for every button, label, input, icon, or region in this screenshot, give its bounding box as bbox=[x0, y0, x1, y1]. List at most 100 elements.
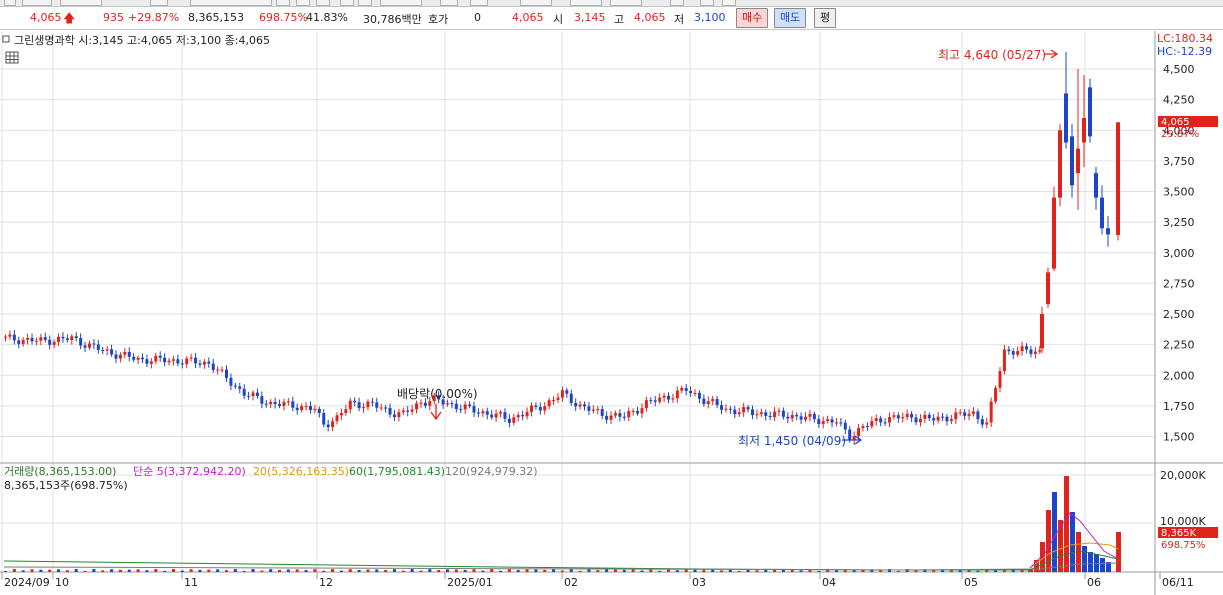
toolbar-button[interactable] bbox=[722, 0, 736, 6]
candle-body bbox=[985, 422, 989, 425]
volume-bar bbox=[543, 569, 547, 572]
candle-body bbox=[923, 414, 927, 419]
candle-body bbox=[335, 415, 339, 422]
stock-chart[interactable]: 4,5004,2504,0003,7503,5003,2503,0002,750… bbox=[0, 31, 1223, 595]
toolbar-button[interactable] bbox=[670, 0, 684, 6]
toolbar-button[interactable] bbox=[340, 0, 354, 6]
average-button[interactable]: 평 bbox=[814, 8, 837, 28]
candle-body bbox=[609, 415, 613, 420]
date-label: 05 bbox=[964, 576, 978, 589]
candle-body bbox=[812, 413, 816, 420]
toolbar-button[interactable] bbox=[190, 0, 272, 6]
quote-bar: 4,065 🡅 935 +29.87% 8,365,153 698.75% 41… bbox=[0, 7, 1223, 30]
candle-body bbox=[737, 412, 741, 415]
price-tick-label: 3,000 bbox=[1163, 247, 1195, 260]
volume-bar bbox=[720, 570, 724, 572]
candle-body bbox=[132, 356, 136, 360]
candle-body bbox=[733, 409, 737, 415]
toolbar-button[interactable] bbox=[316, 0, 330, 6]
candle-body bbox=[777, 410, 781, 412]
toolbar-button[interactable] bbox=[4, 0, 16, 6]
candle-body bbox=[914, 417, 918, 423]
price-tick-label: 4,250 bbox=[1163, 94, 1195, 107]
toolbar-button[interactable] bbox=[276, 0, 290, 6]
candle-body bbox=[689, 390, 693, 394]
buy-button[interactable]: 매수 bbox=[736, 8, 769, 28]
candle-body bbox=[65, 338, 69, 340]
candle-body bbox=[304, 405, 308, 407]
candle-body bbox=[313, 408, 317, 410]
candle-body bbox=[101, 349, 105, 351]
candle-body bbox=[220, 369, 224, 371]
toolbar-button[interactable] bbox=[470, 0, 488, 6]
toolbar-button[interactable] bbox=[700, 0, 714, 6]
candle-body bbox=[883, 422, 887, 424]
toolbar-button[interactable] bbox=[60, 0, 102, 6]
table-icon[interactable] bbox=[5, 51, 19, 64]
candle-body bbox=[79, 338, 83, 346]
candle-body bbox=[994, 387, 998, 402]
candle-body bbox=[476, 412, 480, 414]
volume-bar bbox=[216, 569, 220, 572]
candle-body bbox=[185, 358, 189, 365]
toolbar-button[interactable] bbox=[520, 0, 552, 6]
volume-ratio: 698.75% bbox=[259, 11, 308, 24]
toolbar-button[interactable] bbox=[22, 0, 52, 6]
toolbar-button[interactable] bbox=[358, 0, 372, 6]
candle-body bbox=[1011, 351, 1015, 355]
candle-body bbox=[896, 415, 900, 419]
candle-body bbox=[273, 401, 277, 405]
candle-body bbox=[34, 340, 38, 342]
candle-body bbox=[516, 415, 520, 418]
volume-bar bbox=[799, 570, 803, 572]
candle-body bbox=[596, 409, 600, 411]
candle-body bbox=[415, 403, 419, 410]
candle-body bbox=[295, 407, 299, 411]
open-price: 3,145 bbox=[574, 11, 606, 24]
volume-bar bbox=[587, 569, 591, 572]
candle-body bbox=[636, 411, 640, 414]
candle-body bbox=[282, 401, 286, 406]
volume-bar bbox=[1100, 558, 1105, 572]
candle-body bbox=[269, 401, 273, 405]
candle-body bbox=[61, 336, 65, 339]
volume-bar bbox=[419, 570, 423, 572]
volume-bar bbox=[48, 569, 52, 572]
candle-body bbox=[547, 400, 551, 407]
toolbar-button[interactable] bbox=[440, 0, 458, 6]
date-label: 2024/09 bbox=[4, 576, 50, 589]
volume-bar bbox=[348, 569, 352, 572]
candle-body bbox=[96, 344, 100, 350]
price-tick-label: 1,500 bbox=[1163, 431, 1195, 444]
price-tick-label: 2,250 bbox=[1163, 339, 1195, 352]
ma5-legend: 단순 5(3,372,942.20) bbox=[133, 465, 246, 478]
sell-button[interactable]: 매도 bbox=[774, 8, 807, 28]
candle-body bbox=[627, 411, 631, 418]
price-tick-label: 2,750 bbox=[1163, 277, 1195, 290]
candle-body bbox=[830, 419, 834, 423]
candle-body bbox=[658, 397, 662, 402]
volume-bar bbox=[1088, 552, 1093, 572]
volume-bar bbox=[914, 570, 918, 572]
candle-body bbox=[1088, 87, 1092, 137]
last-volume-percent: 698.75% bbox=[1161, 540, 1206, 551]
candle-body bbox=[1076, 148, 1080, 174]
candle-body bbox=[499, 412, 503, 414]
candle-body bbox=[649, 400, 653, 402]
toolbar-button[interactable] bbox=[150, 0, 168, 6]
price-tick-label: 2,000 bbox=[1163, 369, 1195, 382]
toolbar-button[interactable] bbox=[380, 0, 422, 6]
candle-body bbox=[808, 413, 812, 417]
candle-body bbox=[870, 421, 874, 427]
toolbar-button[interactable] bbox=[296, 0, 310, 6]
candle-body bbox=[375, 402, 379, 408]
price-tick-label: 3,500 bbox=[1163, 186, 1195, 199]
toolbar-button[interactable] bbox=[570, 0, 602, 6]
candle-body bbox=[1100, 197, 1104, 229]
candle-body bbox=[202, 361, 206, 365]
candle-body bbox=[87, 343, 91, 348]
candle-body bbox=[264, 403, 268, 405]
volume-bar bbox=[118, 569, 122, 572]
candle-body bbox=[1025, 346, 1029, 350]
toolbar-button[interactable] bbox=[610, 0, 642, 6]
